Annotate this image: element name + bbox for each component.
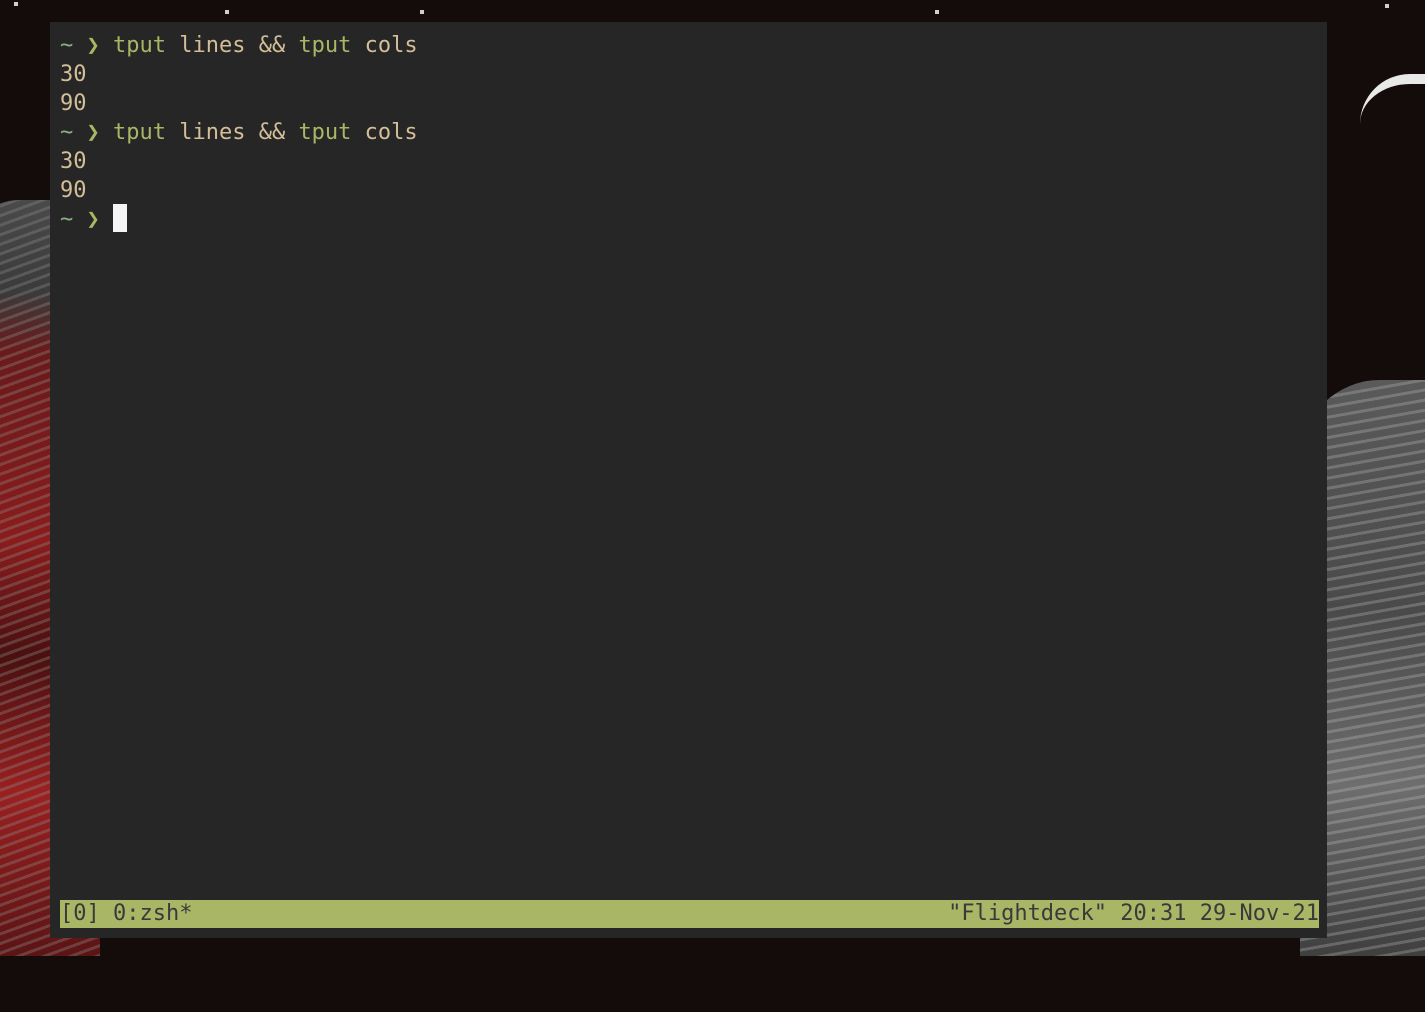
output-line: 90 <box>60 178 87 203</box>
wallpaper-star <box>935 10 939 14</box>
clock-time: 20:31 <box>1120 901 1187 926</box>
prompt-line: ~ ❯ tput lines && tput cols <box>60 31 418 60</box>
clock-date: 29-Nov-21 <box>1199 901 1319 926</box>
prompt-dir: ~ <box>60 207 74 232</box>
prompt-symbol: ❯ <box>86 120 100 145</box>
command-binary: tput <box>298 33 352 58</box>
window-tab[interactable]: 0:zsh* <box>113 901 192 926</box>
tmux-status-bar: [0] 0:zsh* "Flightdeck" 20:31 29-Nov-21 <box>60 900 1319 928</box>
wallpaper-star <box>225 10 229 14</box>
output-line: 90 <box>60 91 87 116</box>
status-right: "Flightdeck" 20:31 29-Nov-21 <box>948 900 1319 928</box>
wallpaper-star <box>14 2 18 6</box>
status-left: [0] 0:zsh* <box>60 900 192 928</box>
active-prompt-line[interactable]: ~ ❯ <box>60 204 127 234</box>
prompt-symbol: ❯ <box>86 33 100 58</box>
command-args: cols <box>351 120 418 145</box>
output-line: 30 <box>60 149 87 174</box>
text-cursor[interactable] <box>113 204 127 232</box>
command-binary: tput <box>113 120 166 145</box>
command-args: lines && <box>165 33 299 58</box>
command-args: lines && <box>165 120 299 145</box>
prompt-symbol: ❯ <box>86 207 100 232</box>
hostname: "Flightdeck" <box>948 901 1108 926</box>
terminal-window[interactable]: ~ ❯ tput lines && tput cols 30 90 ~ ❯ tp… <box>50 22 1327 938</box>
prompt-dir: ~ <box>60 33 74 58</box>
wallpaper-moon <box>1360 74 1425 124</box>
session-indicator: [0] <box>60 901 100 926</box>
command-binary: tput <box>298 120 352 145</box>
prompt-line: ~ ❯ tput lines && tput cols <box>60 118 418 147</box>
command-args: cols <box>351 33 418 58</box>
wallpaper-star <box>420 10 424 14</box>
output-line: 30 <box>60 62 87 87</box>
wallpaper-star <box>1385 4 1389 8</box>
command-binary: tput <box>113 33 166 58</box>
prompt-dir: ~ <box>60 120 74 145</box>
